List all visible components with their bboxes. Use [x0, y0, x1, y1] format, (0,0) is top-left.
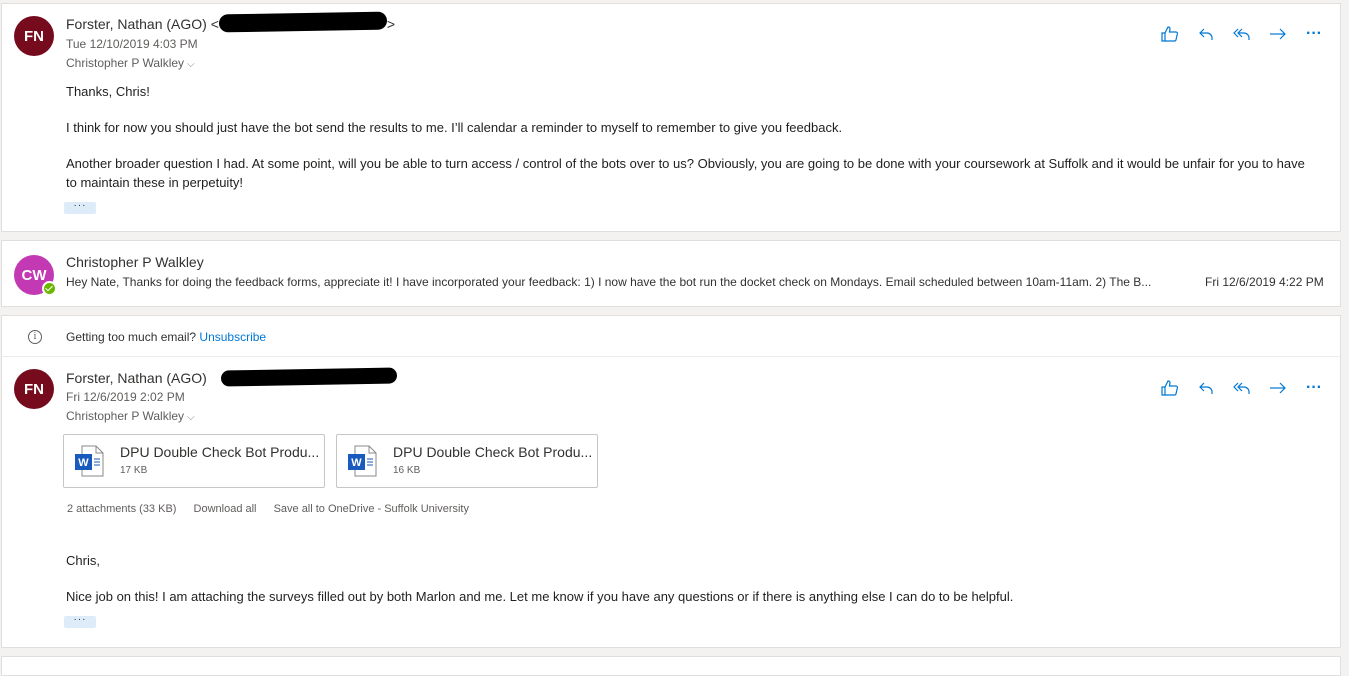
- reply-icon[interactable]: [1188, 22, 1224, 46]
- sender-close-bracket: >: [386, 16, 396, 32]
- body-paragraph: Chris,: [66, 553, 100, 568]
- word-doc-icon: W: [75, 445, 104, 477]
- body-paragraph: I think for now you should just have the…: [66, 120, 843, 135]
- unsubscribe-notice: Getting too much email? Unsubscribe: [66, 330, 266, 344]
- recipient-name: Christopher P Walkley: [66, 56, 185, 70]
- attachment-size: 17 KB: [120, 465, 148, 476]
- sender-name-text: Forster, Nathan (AGO) <: [66, 16, 219, 32]
- notice-text: Getting too much email?: [66, 330, 200, 344]
- message-preview: Hey Nate, Thanks for doing the feedback …: [66, 275, 1152, 289]
- reply-all-icon[interactable]: [1224, 22, 1260, 46]
- recipient[interactable]: Christopher P Walkley ⌵: [66, 409, 195, 423]
- recipient-name: Christopher P Walkley: [66, 409, 185, 423]
- unsubscribe-link[interactable]: Unsubscribe: [199, 330, 266, 344]
- like-icon[interactable]: [1152, 22, 1188, 46]
- message-card-2[interactable]: CW Christopher P Walkley Hey Nate, Thank…: [1, 240, 1341, 307]
- forward-icon[interactable]: [1260, 22, 1296, 46]
- info-icon: i: [28, 330, 42, 344]
- more-actions-icon[interactable]: ···: [1296, 22, 1332, 46]
- save-to-onedrive-button[interactable]: Save all to OneDrive - Suffolk Universit…: [274, 503, 469, 515]
- attachment-name: DPU Double Check Bot Produ...: [393, 444, 593, 460]
- sender-name: Forster, Nathan (AGO): [66, 367, 397, 387]
- body-paragraph: Nice job on this! I am attaching the sur…: [66, 589, 1014, 604]
- divider: [2, 356, 1340, 357]
- attachment-card[interactable]: W DPU Double Check Bot Produ... 16 KB: [336, 434, 598, 488]
- next-message-card-edge: [1, 656, 1341, 676]
- like-icon[interactable]: [1152, 376, 1188, 400]
- message-card-3[interactable]: i Getting too much email? Unsubscribe FN…: [1, 315, 1341, 648]
- attachment-name: DPU Double Check Bot Produ...: [120, 444, 320, 460]
- forward-icon[interactable]: [1260, 376, 1296, 400]
- show-more-button[interactable]: ···: [64, 615, 96, 628]
- word-doc-icon: W: [348, 445, 377, 477]
- body-paragraph: Another broader question I had. At some …: [66, 156, 1305, 190]
- svg-text:W: W: [351, 457, 362, 469]
- redaction-mark: [220, 367, 397, 387]
- message-body: Thanks, Chris! I think for now you shoul…: [66, 82, 1306, 192]
- recipient[interactable]: Christopher P Walkley ⌵: [66, 56, 195, 70]
- avatar: FN: [14, 369, 54, 409]
- message-body: Chris, Nice job on this! I am attaching …: [66, 551, 1306, 606]
- chevron-down-icon[interactable]: ⌵: [187, 59, 195, 70]
- sender-name: Christopher P Walkley: [66, 254, 204, 270]
- sender-name: Forster, Nathan (AGO) < >: [66, 11, 396, 33]
- attachment-actions-bar: 2 attachments (33 KB) Download all Save …: [67, 503, 483, 515]
- redaction-mark: [218, 11, 388, 33]
- more-actions-icon[interactable]: ···: [1296, 376, 1332, 400]
- reply-all-icon[interactable]: [1224, 376, 1260, 400]
- download-all-button[interactable]: Download all: [194, 503, 257, 515]
- avatar-initials: CW: [21, 266, 47, 284]
- message-date: Tue 12/10/2019 4:03 PM: [66, 37, 198, 51]
- message-actions: ···: [1152, 22, 1332, 46]
- reply-icon[interactable]: [1188, 376, 1224, 400]
- avatar: CW: [14, 255, 57, 296]
- message-actions: ···: [1152, 376, 1332, 400]
- avatar: FN: [14, 16, 54, 56]
- attachment-size: 16 KB: [393, 465, 421, 476]
- message-card-1[interactable]: FN Forster, Nathan (AGO) < > Tue 12/10/20…: [1, 3, 1341, 232]
- body-paragraph: Thanks, Chris!: [66, 84, 150, 99]
- attachment-card[interactable]: W DPU Double Check Bot Produ... 17 KB: [63, 434, 325, 488]
- show-more-button[interactable]: ···: [64, 201, 96, 214]
- sender-name-text: Forster, Nathan (AGO): [66, 370, 207, 386]
- message-date: Fri 12/6/2019 4:22 PM: [1205, 275, 1324, 289]
- message-date: Fri 12/6/2019 2:02 PM: [66, 390, 185, 404]
- svg-text:W: W: [78, 457, 89, 469]
- presence-available-icon: [42, 281, 57, 296]
- attachment-summary: 2 attachments (33 KB): [67, 503, 177, 515]
- chevron-down-icon[interactable]: ⌵: [187, 412, 195, 423]
